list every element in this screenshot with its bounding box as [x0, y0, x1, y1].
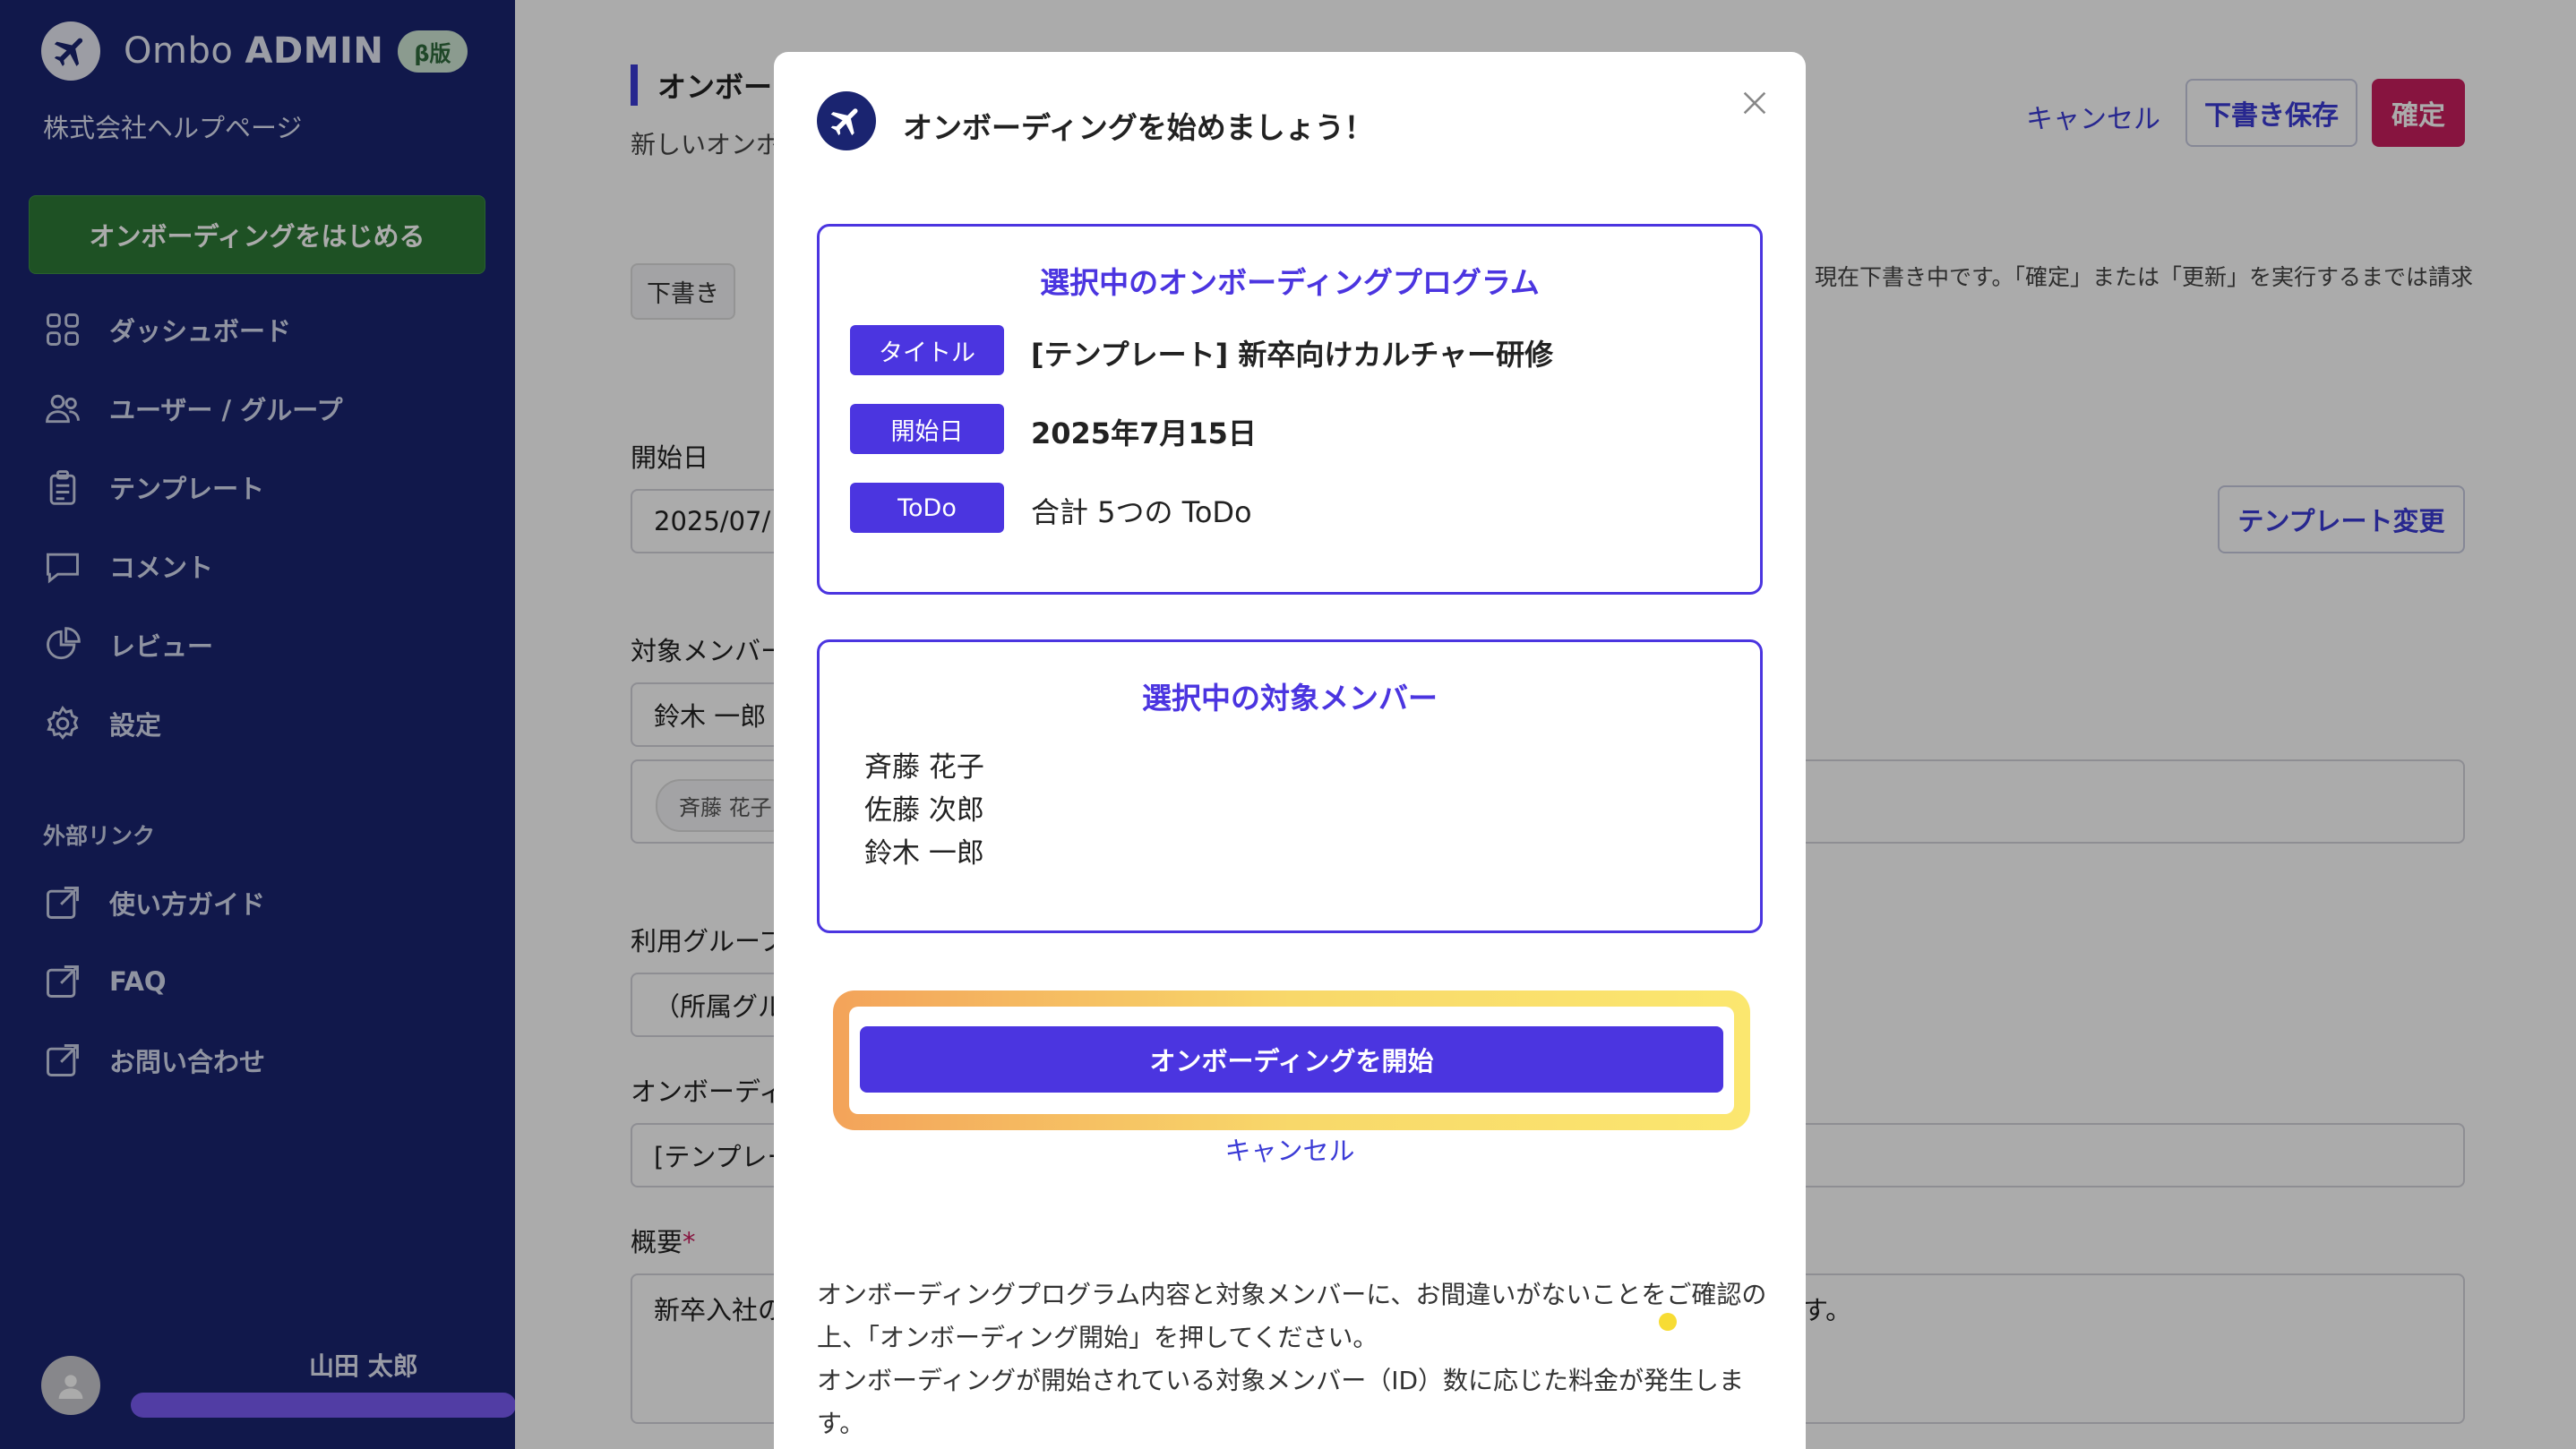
plane-logo-icon [817, 91, 876, 150]
todo-badge: ToDo [850, 483, 1004, 533]
todo-count-value: 合計 5つの ToDo [1031, 495, 1252, 529]
close-button[interactable] [1732, 81, 1777, 125]
cursor-indicator [1659, 1313, 1677, 1331]
members-box-title: 選択中の対象メンバー [1142, 681, 1438, 716]
member-name: 鈴木 一郎 [864, 837, 984, 870]
modal-note: オンボーディングプログラム内容と対象メンバーに、お間違いがないことをご確認の上、… [817, 1273, 1784, 1445]
start-onboarding-confirm-button[interactable]: オンボーディングを開始 [860, 1026, 1723, 1093]
note-line: オンボーディングプログラム内容と対象メンバーに、お間違いがないことをご確認の上、… [817, 1280, 1767, 1352]
member-name: 佐藤 次郎 [864, 794, 984, 827]
start-onboarding-modal: オンボーディングを始めましょう！ 選択中のオンボーディングプログラム タイトル … [774, 52, 1806, 1449]
member-name: 斉藤 花子 [864, 751, 984, 784]
start-date-value: 2025年7月15日 [1031, 416, 1257, 450]
modal-title: オンボーディングを始めましょう！ [903, 110, 1374, 145]
start-date-badge: 開始日 [850, 404, 1004, 454]
modal-cancel-link[interactable]: キャンセル [774, 1130, 1806, 1168]
program-title-value: [テンプレート] 新卒向けカルチャー研修 [1031, 338, 1554, 372]
title-badge: タイトル [850, 325, 1004, 375]
close-icon [1743, 91, 1766, 115]
program-box-title: 選択中のオンボーディングプログラム [1040, 265, 1540, 300]
program-summary-box: 選択中のオンボーディングプログラム タイトル [テンプレート] 新卒向けカルチャ… [817, 224, 1763, 595]
note-line: オンボーディングが開始されている対象メンバー（ID）数に応じた料金が発生します。 [817, 1366, 1745, 1438]
members-summary-box: 選択中の対象メンバー 斉藤 花子 佐藤 次郎 鈴木 一郎 [817, 639, 1763, 933]
